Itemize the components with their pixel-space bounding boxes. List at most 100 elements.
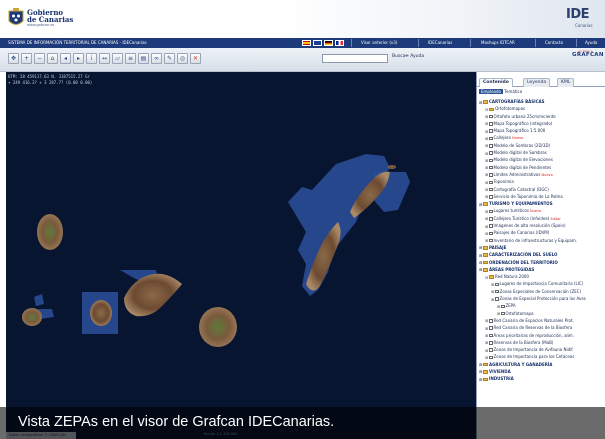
tree-layer-item[interactable]: ⊞ Inventario de infraestructuras y Equipa… [479, 237, 605, 244]
next-view-icon[interactable]: ▸ [73, 53, 84, 64]
tree-category[interactable]: ⊟ AGRICULTURA Y GANADERÍA [479, 361, 605, 368]
tree-layer-item[interactable]: ⊞ Límites Administrativos Nuevo [479, 171, 605, 178]
island-la-graciosa[interactable] [388, 165, 396, 169]
tree-layer-item[interactable]: ⊞ Zonas de Importancia para los Cetáceos [479, 353, 605, 360]
tree-layer-item[interactable]: ⊞ Mapa Topográfico (integrado) [479, 120, 605, 127]
tree-layer-item[interactable]: ⊞ Zonas de Importancia de Avifauna Nidif. [479, 346, 605, 353]
layer-checkbox[interactable] [489, 224, 493, 228]
tree-category[interactable]: ⊟ TURISMO Y EQUIPAMIENTOS [479, 200, 605, 207]
language-selector[interactable] [302, 40, 344, 46]
tree-layer-item[interactable]: ⊞ Áreas prioritarias de reproducción, ali… [479, 332, 605, 339]
layer-checkbox[interactable] [489, 136, 493, 141]
grafcan-logo[interactable]: GRAFCAN [572, 52, 604, 58]
tree-layer-item[interactable]: ⊞ Reservas de la Biosfera (MaB) [479, 339, 605, 346]
tree-layer-item[interactable]: ⊞ Callejero Nuevo [479, 134, 605, 141]
tree-layer-item[interactable]: ⊞ Paisajes de Canarias (IDVM) [479, 229, 605, 236]
layer-checkbox[interactable] [489, 326, 493, 330]
layer-checkbox[interactable] [489, 187, 493, 192]
layer-checkbox[interactable] [489, 158, 493, 163]
layer-checkbox[interactable] [501, 304, 505, 309]
tree-category[interactable]: ⊟ INDUSTRIA [479, 375, 605, 382]
menu-link-previous-viewer[interactable]: Visor anterior (v3) [361, 40, 397, 45]
tab-kml[interactable]: KML [557, 78, 575, 87]
sub-tab-tematico[interactable]: Temático [504, 89, 522, 94]
tree-layer-item[interactable]: ⊞ Zonas Especiales de Conservación (ZEC) [479, 288, 605, 295]
tree-category[interactable]: ⊟ CARTOGRAFÍAS BÁSICAS [479, 98, 605, 105]
flag-france-icon[interactable] [335, 40, 344, 46]
tab-legend[interactable]: Leyenda [523, 78, 551, 87]
tree-category[interactable]: ⊟ ORDENACIÓN DEL TERRITORIO [479, 259, 605, 266]
tree-layer-item[interactable]: ⊞ Lugares de Importancia Comunitaria (LIC… [479, 280, 605, 287]
draw-icon[interactable]: ✎ [164, 53, 175, 64]
layer-checkbox[interactable] [489, 144, 493, 148]
layers-icon[interactable]: ≡ [125, 53, 136, 64]
ide-canarias-logo[interactable]: IDE [566, 7, 590, 22]
link-icon[interactable]: ∞ [151, 53, 162, 64]
flag-spanish-icon[interactable] [302, 40, 311, 46]
gps-icon[interactable]: ◎ [177, 53, 188, 64]
layer-checkbox[interactable] [489, 355, 493, 360]
tree-layer-item[interactable]: ⊞ Modelo de Sombras (2D/3D) [479, 142, 605, 149]
layer-checkbox[interactable] [489, 173, 493, 177]
previous-view-icon[interactable]: ◂ [60, 53, 71, 64]
tree-layer-item[interactable]: ⊞ Ortofotomapa [479, 310, 605, 317]
flag-german-icon[interactable] [324, 40, 333, 46]
layer-checkbox[interactable] [489, 209, 493, 214]
flag-uk-icon[interactable] [313, 40, 322, 46]
map-viewer[interactable]: UTM: 28 459117.63 N. 3187515.27 Gr + 249… [6, 72, 476, 439]
area-icon[interactable]: ▱ [112, 53, 123, 64]
tree-category[interactable]: ⊟ PAISAJE [479, 244, 605, 251]
layer-checkbox[interactable] [501, 311, 505, 316]
layer-checkbox[interactable] [489, 319, 493, 323]
tree-layer-item[interactable]: ⊞ Ortofoto urbana 25cm/reciente [479, 113, 605, 120]
layer-checkbox[interactable] [489, 217, 493, 221]
layer-checkbox[interactable] [489, 195, 493, 199]
tree-category[interactable]: ⊟ CARACTERIZACIÓN DEL SUELO [479, 251, 605, 258]
layer-checkbox[interactable] [489, 348, 493, 352]
layer-checkbox[interactable] [489, 122, 493, 126]
tree-category[interactable]: ⊟ VIVIENDA [479, 368, 605, 375]
tree-layer-item[interactable]: ⊞ ZEPA [479, 302, 605, 309]
menu-link-idecanarias[interactable]: IDECanarias [428, 40, 452, 45]
tree-layer-item[interactable]: ⊞ Servicio de Toponimia de La Palma [479, 193, 605, 200]
tree-layer-item[interactable]: ⊞ Modelo digital de Sombras [479, 149, 605, 156]
tree-layer-item[interactable]: ⊞ Lugares turísticos Nuevo [479, 207, 605, 214]
tree-layer-item[interactable]: ⊞ Callejero Turístico (Infoidee) Editar [479, 215, 605, 222]
island-gran-canaria[interactable] [199, 307, 237, 347]
layer-checkbox[interactable] [495, 282, 499, 287]
layer-checkbox[interactable] [495, 289, 499, 294]
tree-layer-item[interactable]: ⊞ Red Canaria de Espacios Naturales Prot. [479, 317, 605, 324]
info-icon[interactable]: i [86, 53, 97, 64]
tree-layer-item[interactable]: ⊞ Zonas de Especial Protección para las A… [479, 295, 605, 302]
print-icon[interactable]: ▤ [138, 53, 149, 64]
map-canvas[interactable] [6, 72, 476, 439]
tree-layer-item[interactable]: ⊞ Red Canaria de Reservas de la Biosfera [479, 324, 605, 331]
tree-layer-item[interactable]: ⊞ Modelo digital de Pendientes [479, 164, 605, 171]
tree-layer-item[interactable]: ⊞ Modelo digital de Elevaciones [479, 156, 605, 163]
tree-layer-item[interactable]: ⊞ Toponimia [479, 178, 605, 185]
menu-link-help[interactable]: Ayuda [585, 40, 597, 45]
zoom-out-icon[interactable]: − [34, 53, 45, 64]
measure-icon[interactable]: ↔ [99, 53, 110, 64]
tree-layer-item[interactable]: ⊞ Cartografía Catastral (DGC) [479, 186, 605, 193]
layer-checkbox[interactable] [489, 129, 493, 133]
close-icon[interactable]: ✕ [190, 53, 201, 64]
menu-link-contact[interactable]: Contacto [545, 40, 563, 45]
tab-contents[interactable]: Contenido [479, 78, 513, 87]
tree-layer-item[interactable]: ⊞ Mapa Topográfico 1:5.000 [479, 127, 605, 134]
sub-tab-empleado[interactable]: Empleado [479, 89, 503, 94]
tree-layer-item[interactable]: ⊟ Ortofotomapas [479, 105, 605, 112]
layer-checkbox[interactable] [489, 238, 493, 243]
layer-checkbox[interactable] [489, 231, 493, 236]
layer-checkbox[interactable] [489, 180, 493, 185]
government-name[interactable]: Gobierno de Canarias www.gobcan.es [27, 9, 73, 28]
menu-link-mashups[interactable]: Mashups IDTCAR [481, 40, 515, 45]
layer-checkbox[interactable] [489, 333, 493, 338]
home-icon[interactable]: ⌂ [47, 53, 58, 64]
tree-layer-item[interactable]: ⊞ Imágenes de alta resolución (Spoin) [479, 222, 605, 229]
island-el-hierro[interactable] [22, 308, 42, 326]
layer-checkbox[interactable] [489, 341, 493, 345]
pan-icon[interactable]: ✥ [8, 53, 19, 64]
layer-checkbox[interactable] [489, 151, 493, 155]
layer-checkbox[interactable] [489, 114, 493, 119]
